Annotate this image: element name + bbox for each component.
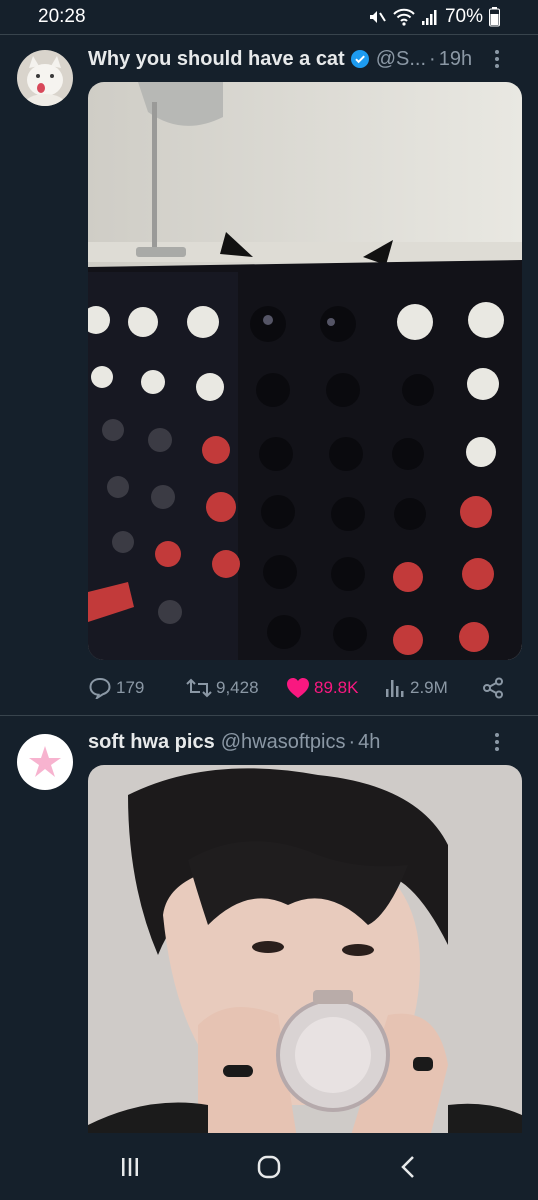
- portrait-photo: [88, 765, 522, 1145]
- battery-icon: [489, 7, 500, 27]
- share-icon: [483, 677, 503, 699]
- avatar[interactable]: [17, 734, 73, 790]
- mute-icon: [369, 11, 386, 23]
- retweet-count: 9,428: [216, 678, 259, 697]
- tweet-media-image[interactable]: [88, 82, 522, 660]
- system-navigation-bar: [0, 1133, 538, 1200]
- like-icon: [287, 678, 309, 698]
- wifi-icon: [393, 8, 415, 26]
- retweet-icon: [186, 678, 212, 698]
- views-button[interactable]: 2.9M: [384, 677, 482, 699]
- retweet-button[interactable]: 9,428: [186, 677, 286, 699]
- more-icon[interactable]: [486, 731, 508, 753]
- avatar[interactable]: [17, 50, 73, 106]
- cat-in-basket-photo: [88, 82, 522, 660]
- tweet-header: soft hwa pics @hwasoftpics · 4h: [88, 726, 522, 758]
- handle[interactable]: @hwasoftpics: [221, 731, 346, 754]
- status-bar: 20:28 70%: [0, 0, 538, 34]
- home-button[interactable]: [249, 1147, 289, 1187]
- signal-icon: [421, 10, 437, 25]
- recents-button[interactable]: [110, 1147, 150, 1187]
- top-divider: [0, 34, 538, 35]
- like-count: 89.8K: [314, 678, 359, 697]
- recents-icon: [121, 1157, 138, 1176]
- separator: ·: [348, 730, 356, 753]
- timestamp[interactable]: 19h: [439, 48, 472, 71]
- views-icon: [386, 680, 404, 697]
- tweet-header: Why you should have a cat @S... · 19h: [88, 43, 522, 75]
- cat-avatar-image: [17, 50, 73, 106]
- separator: ·: [429, 47, 436, 70]
- tweet-actions: 179 9,428 89.8K 2.9M: [88, 672, 508, 704]
- tweet-media-image[interactable]: [88, 765, 522, 1145]
- display-name[interactable]: Why you should have a cat: [88, 48, 345, 71]
- star-avatar-image: [17, 734, 73, 790]
- verified-badge-icon: [350, 50, 369, 68]
- more-icon[interactable]: [486, 48, 508, 70]
- handle[interactable]: @S...: [376, 48, 426, 71]
- reply-button[interactable]: 179: [88, 677, 186, 699]
- status-icons: 70%: [367, 6, 500, 28]
- battery-percent: 70%: [444, 6, 483, 27]
- timestamp[interactable]: 4h: [358, 731, 380, 754]
- display-name[interactable]: soft hwa pics: [88, 731, 215, 754]
- tweet-divider: [0, 715, 538, 716]
- back-icon: [401, 1155, 415, 1178]
- reply-icon: [89, 677, 111, 699]
- share-button[interactable]: [482, 677, 504, 699]
- like-button[interactable]: 89.8K: [286, 677, 384, 699]
- reply-count: 179: [116, 678, 145, 697]
- status-time: 20:28: [38, 6, 86, 27]
- home-icon: [257, 1155, 281, 1178]
- back-button[interactable]: [388, 1147, 428, 1187]
- views-count: 2.9M: [410, 678, 448, 697]
